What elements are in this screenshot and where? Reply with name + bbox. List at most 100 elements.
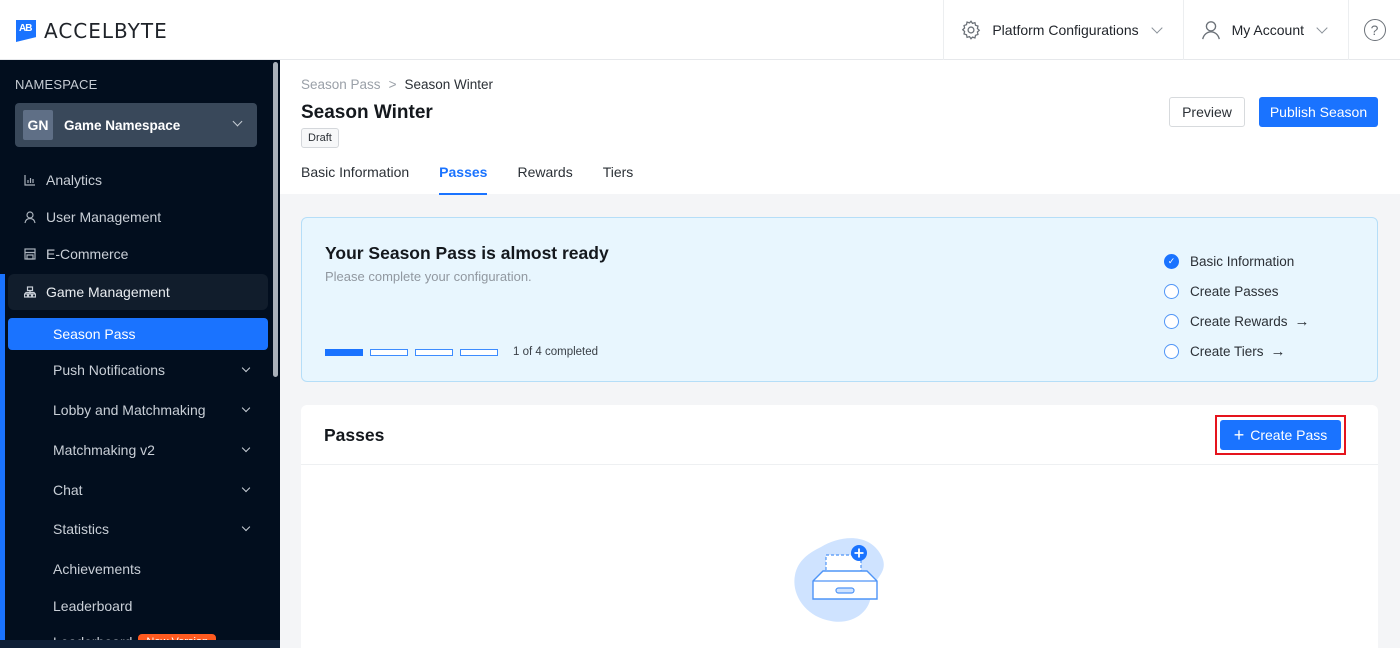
sidebar-item-e-commerce[interactable]: E-Commerce xyxy=(8,237,268,271)
sidebar-scrollbar[interactable] xyxy=(273,62,278,377)
arrow-right-icon[interactable]: → xyxy=(1295,313,1310,330)
breadcrumb-separator: > xyxy=(388,77,397,92)
top-nav: Platform Configurations My Account ? xyxy=(943,0,1400,60)
sidebar-footer xyxy=(0,640,280,648)
sidebar-subitem-label: Chat xyxy=(53,482,83,498)
sidebar-item-analytics[interactable]: Analytics xyxy=(8,163,268,197)
breadcrumb: Season Pass > Season Winter xyxy=(301,77,493,92)
namespace-select[interactable]: GN Game Namespace xyxy=(15,103,257,147)
check-circle-icon: ✓ xyxy=(1164,253,1179,269)
setup-checklist: ✓ Basic Information Create Passes Create… xyxy=(1164,246,1310,366)
tab-tiers[interactable]: Tiers xyxy=(603,164,634,194)
empty-box-icon xyxy=(794,538,884,622)
sidebar-subitem-label: Leaderboard xyxy=(53,598,133,614)
user-icon xyxy=(1201,21,1220,40)
passes-card: Passes + Create Pass xyxy=(301,405,1378,665)
progress-segment xyxy=(460,348,498,356)
sidebar-item-user-management[interactable]: User Management xyxy=(8,200,268,234)
sidebar-subitem-leaderboard[interactable]: Leaderboard xyxy=(8,590,268,622)
store-icon xyxy=(23,247,37,261)
sidebar-subitem-label: Push Notifications xyxy=(53,362,166,378)
status-badge: Draft xyxy=(301,128,339,148)
hierarchy-icon xyxy=(23,285,37,299)
sidebar-item-label: Analytics xyxy=(46,172,103,188)
bar-chart-icon xyxy=(23,173,37,187)
sidebar-subitem-lobby-and-matchmaking[interactable]: Lobby and Matchmaking xyxy=(8,394,268,426)
sidebar-subitem-label: Season Pass xyxy=(53,326,136,342)
progress-segment xyxy=(370,348,408,356)
page-title: Season Winter xyxy=(301,102,433,123)
sidebar-subitem-label: Lobby and Matchmaking xyxy=(53,402,206,418)
progress-text: 1 of 4 completed xyxy=(513,346,599,358)
sidebar-subitem-chat[interactable]: Chat xyxy=(8,474,268,506)
create-pass-label: Create Pass xyxy=(1250,427,1328,443)
progress-segment xyxy=(325,348,363,356)
my-account-label: My Account xyxy=(1231,22,1304,38)
checklist-label: Basic Information xyxy=(1190,253,1295,269)
breadcrumb-current: Season Winter xyxy=(404,77,493,92)
namespace-name: Game Namespace xyxy=(64,117,181,133)
plus-icon: + xyxy=(1233,425,1245,445)
sidebar-item-game-management[interactable]: Game Management xyxy=(8,274,268,310)
sidebar-subitem-season-pass[interactable]: Season Pass xyxy=(8,318,268,350)
chevron-down-icon xyxy=(241,363,251,373)
sidebar-subitem-matchmaking-v2[interactable]: Matchmaking v2 xyxy=(8,434,268,466)
chevron-down-icon xyxy=(241,403,251,413)
tab-passes[interactable]: Passes xyxy=(439,164,488,195)
passes-card-header: Passes + Create Pass xyxy=(301,405,1378,465)
namespace-label: NAMESPACE xyxy=(15,77,98,92)
sidebar-subitem-push-notifications[interactable]: Push Notifications xyxy=(8,354,268,386)
chevron-down-icon xyxy=(241,522,251,532)
platform-configurations-label: Platform Configurations xyxy=(992,22,1139,38)
empty-circle-icon xyxy=(1164,283,1179,299)
setup-subtitle: Please complete your configuration. xyxy=(325,269,532,284)
sidebar-subitem-achievements[interactable]: Achievements xyxy=(8,553,268,585)
arrow-right-icon[interactable]: → xyxy=(1271,343,1286,360)
checklist-label: Create Passes xyxy=(1190,283,1279,299)
breadcrumb-season-pass[interactable]: Season Pass xyxy=(301,77,381,92)
sidebar: NAMESPACE GN Game Namespace Analytics Us… xyxy=(0,60,280,648)
checklist-item-create-passes: Create Passes xyxy=(1164,276,1310,306)
empty-circle-icon xyxy=(1164,313,1179,329)
checklist-item-create-tiers[interactable]: Create Tiers → xyxy=(1164,336,1310,366)
user-icon xyxy=(23,210,37,224)
help-button[interactable]: ? xyxy=(1348,0,1400,60)
chevron-down-icon xyxy=(232,116,243,127)
passes-title: Passes xyxy=(324,425,385,445)
preview-button[interactable]: Preview xyxy=(1169,97,1245,127)
sidebar-item-label: User Management xyxy=(46,209,162,225)
my-account-menu[interactable]: My Account xyxy=(1182,0,1348,60)
namespace-initials: GN xyxy=(23,110,53,140)
sidebar-subitem-label: Statistics xyxy=(53,521,110,537)
chevron-down-icon xyxy=(1316,22,1328,34)
brand-logo[interactable]: AB ACCELBYTE xyxy=(16,19,168,43)
checklist-label: Create Rewards xyxy=(1190,313,1288,329)
tabs: Basic Information Passes Rewards Tiers xyxy=(301,164,634,195)
sidebar-item-label: E-Commerce xyxy=(46,246,129,262)
gear-icon xyxy=(962,20,981,40)
sidebar-subitem-label: Matchmaking v2 xyxy=(53,442,155,458)
checklist-label: Create Tiers xyxy=(1190,343,1264,359)
create-pass-highlight: + Create Pass xyxy=(1215,415,1346,455)
sidebar-active-accent xyxy=(0,274,5,648)
publish-season-button[interactable]: Publish Season xyxy=(1259,97,1378,127)
brand-name: ACCELBYTE xyxy=(44,19,168,43)
chevron-down-icon xyxy=(241,483,251,493)
sidebar-subitem-statistics[interactable]: Statistics xyxy=(8,513,268,545)
tab-rewards[interactable]: Rewards xyxy=(517,164,572,194)
create-pass-button[interactable]: + Create Pass xyxy=(1220,420,1341,450)
sidebar-subitem-label: Achievements xyxy=(53,561,141,577)
chevron-down-icon xyxy=(1150,22,1163,34)
platform-configurations-menu[interactable]: Platform Configurations xyxy=(943,0,1182,60)
setup-progress-bar: 1 of 4 completed xyxy=(325,346,598,358)
top-header: AB ACCELBYTE Platform Configurations My … xyxy=(0,0,1400,60)
empty-circle-icon xyxy=(1164,343,1179,359)
page-header: Season Pass > Season Winter Season Winte… xyxy=(280,60,1400,195)
setup-title: Your Season Pass is almost ready xyxy=(325,243,609,263)
accelbyte-logo-icon: AB xyxy=(16,20,36,42)
tab-basic-information[interactable]: Basic Information xyxy=(301,164,409,194)
sidebar-item-label: Game Management xyxy=(46,284,170,300)
help-icon: ? xyxy=(1363,19,1386,41)
checklist-item-create-rewards[interactable]: Create Rewards → xyxy=(1164,306,1310,336)
progress-segment xyxy=(415,348,453,356)
